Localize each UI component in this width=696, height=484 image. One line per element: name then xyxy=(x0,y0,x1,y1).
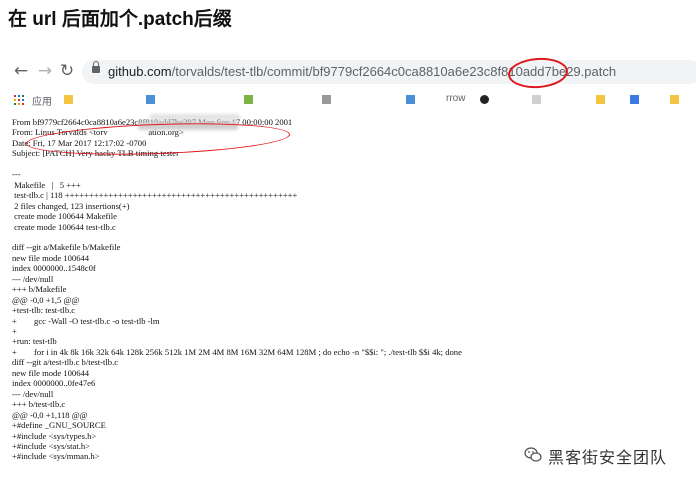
bookmarks-bar: 应用 rrow xyxy=(0,90,696,113)
bookmark-icon[interactable] xyxy=(406,95,415,104)
patch-line: +++ b/Makefile xyxy=(12,284,67,295)
patch-line: test-tlb.c | 118 +++++++++++++++++++++++… xyxy=(12,190,298,201)
patch-line: 2 files changed, 123 insertions(+) xyxy=(12,200,130,211)
bookmark-icon[interactable] xyxy=(322,95,331,104)
patch-line: create mode 100644 Makefile xyxy=(12,211,117,222)
reload-button[interactable]: ↻ xyxy=(58,62,76,80)
patch-line: new file mode 100644 xyxy=(12,252,90,263)
patch-line: new file mode 100644 xyxy=(12,367,90,378)
back-button[interactable]: ← xyxy=(12,62,30,80)
patch-line: +++ b/test-tlb.c xyxy=(12,399,66,410)
patch-line: Makefile | 5 +++ xyxy=(12,179,81,190)
wechat-icon xyxy=(524,447,542,462)
patch-line: @@ -0,0 +1,118 @@ xyxy=(12,409,88,420)
patch-line: @@ -0,0 +1,5 @@ xyxy=(12,294,80,305)
browser-toolbar: ← → ↻ github.com/torvalds/test-tlb/commi… xyxy=(0,52,696,91)
patch-line: +#include <sys/stat.h> xyxy=(12,440,91,451)
patch-line: diff --git a/test-tlb.c b/test-tlb.c xyxy=(12,357,119,368)
folder-icon[interactable] xyxy=(670,95,679,104)
patch-line: + gcc -Wall -O test-tlb.c -o test-tlb -l… xyxy=(12,315,160,326)
arrow-left-icon: ← xyxy=(13,61,29,81)
patch-line: +run: test-tlb xyxy=(12,336,57,347)
patch-content: From bf9779cf2664c0ca8810a6e23c8f810add7… xyxy=(0,112,696,484)
folder-icon[interactable] xyxy=(64,95,73,104)
patch-line: --- /dev/null xyxy=(12,273,54,284)
reload-icon: ↻ xyxy=(59,61,75,81)
patch-line: create mode 100644 test-tlb.c xyxy=(12,221,116,232)
patch-line: + xyxy=(12,326,17,336)
page-heading: 在 url 后面加个.patch后缀 xyxy=(8,9,232,30)
arrow-right-icon: → xyxy=(37,61,53,81)
patch-line: +#include <sys/mman.h> xyxy=(12,451,100,462)
browser-window: ← → ↻ github.com/torvalds/test-tlb/commi… xyxy=(0,52,696,484)
patch-line: +test-tlb: test-tlb.c xyxy=(12,305,76,316)
lock-icon xyxy=(92,61,100,73)
url-host: github.com xyxy=(108,64,172,79)
patch-line: + for i in 4k 8k 16k 32k 64k 128k 256k 5… xyxy=(12,346,462,357)
patch-line: index 0000000..1548c0f xyxy=(12,263,96,274)
patch-line: +#include <sys/types.h> xyxy=(12,430,97,441)
patch-line: --- /dev/null xyxy=(12,388,54,399)
address-bar[interactable]: github.com/torvalds/test-tlb/commit/bf97… xyxy=(82,60,696,84)
apps-grid-icon[interactable] xyxy=(14,95,24,105)
folder-icon[interactable] xyxy=(596,95,605,104)
watermark-text: 黑客街安全团队 xyxy=(548,448,668,467)
bookmark-item[interactable]: rrow xyxy=(446,93,465,104)
bookmark-icon[interactable] xyxy=(244,95,253,104)
bookmark-icon[interactable] xyxy=(146,95,155,104)
url-suffix: .patch xyxy=(580,64,617,79)
bookmark-icon[interactable] xyxy=(532,95,541,104)
patch-line: diff --git a/Makefile b/Makefile xyxy=(12,242,121,253)
forward-button[interactable]: → xyxy=(36,62,54,80)
patch-line: index 0000000..0fe47e6 xyxy=(12,378,96,389)
github-icon[interactable] xyxy=(480,95,489,104)
patch-line: +#define _GNU_SOURCE xyxy=(12,420,106,431)
bookmark-apps[interactable]: 应用 xyxy=(32,93,52,108)
bookmark-icon[interactable] xyxy=(630,95,639,104)
blurred-email-upper xyxy=(150,114,240,120)
patch-line: --- xyxy=(12,169,21,180)
